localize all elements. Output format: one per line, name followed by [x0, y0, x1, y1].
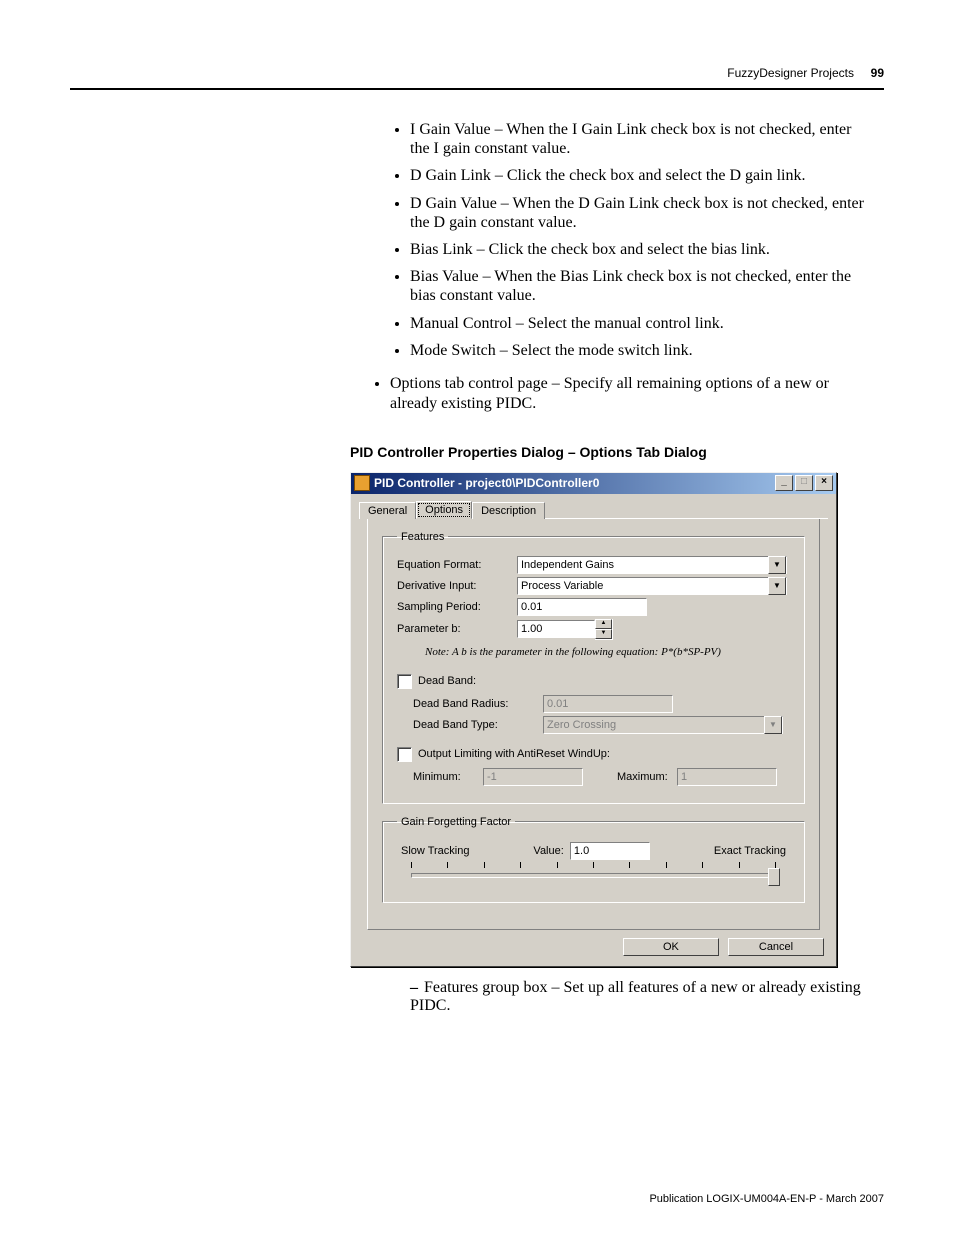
inner-bullet-list: I Gain Value – When the I Gain Link chec…: [390, 120, 874, 360]
derivative-input-select[interactable]: Process Variable ▼: [517, 577, 787, 595]
maximum-label: Maximum:: [617, 771, 677, 783]
derivative-input-value: Process Variable: [521, 580, 603, 592]
header-page-number: 99: [871, 66, 884, 80]
header-section: FuzzyDesigner Projects: [727, 66, 854, 80]
parameter-b-spinner[interactable]: ▲ ▼: [595, 619, 613, 640]
footer-text: Publication LOGIX-UM004A-EN-P - March 20…: [649, 1193, 884, 1205]
dead-band-type-value: Zero Crossing: [547, 719, 616, 731]
equation-format-value: Independent Gains: [521, 559, 614, 571]
gain-slider[interactable]: [411, 862, 776, 884]
list-item: Bias Link – Click the check box and sele…: [410, 240, 874, 259]
cancel-button[interactable]: Cancel: [728, 938, 824, 956]
tab-options[interactable]: Options: [416, 501, 472, 519]
slider-thumb[interactable]: [768, 868, 780, 886]
dead-band-radius-input: [543, 695, 673, 713]
equation-format-select[interactable]: Independent Gains ▼: [517, 556, 787, 574]
features-legend: Features: [397, 531, 448, 543]
list-item: I Gain Value – When the I Gain Link chec…: [410, 120, 874, 158]
exact-tracking-label: Exact Tracking: [714, 845, 786, 857]
gain-group: Gain Forgetting Factor Slow Tracking Val…: [382, 816, 805, 903]
maximize-button[interactable]: □: [795, 475, 813, 491]
app-icon: [354, 475, 370, 491]
spin-down-icon[interactable]: ▼: [595, 629, 612, 639]
sampling-period-label: Sampling Period:: [397, 601, 517, 613]
tab-strip: General Options Description: [359, 500, 828, 519]
minimize-button[interactable]: _: [775, 475, 793, 491]
dropdown-icon: ▼: [764, 716, 782, 734]
list-item: Options tab control page – Specify all r…: [390, 374, 864, 414]
minimum-input: [483, 768, 583, 786]
checkbox-icon[interactable]: [397, 747, 412, 762]
tab-general[interactable]: General: [359, 502, 416, 519]
list-item: Bias Value – When the Bias Link check bo…: [410, 267, 874, 305]
titlebar[interactable]: PID Controller - project0\PIDController0…: [351, 473, 836, 494]
dead-band-type-label: Dead Band Type:: [397, 719, 543, 731]
page-header: FuzzyDesigner Projects 99: [70, 70, 884, 90]
after-dialog-text: –Features group box – Set up all feature…: [410, 979, 864, 1015]
checkbox-icon[interactable]: [397, 674, 412, 689]
tab-description[interactable]: Description: [472, 502, 545, 519]
pid-dialog: PID Controller - project0\PIDController0…: [350, 472, 837, 967]
features-group: Features Equation Format: Independent Ga…: [382, 531, 805, 804]
dead-band-radius-label: Dead Band Radius:: [397, 698, 543, 710]
list-item: D Gain Link – Click the check box and se…: [410, 166, 874, 185]
ok-button[interactable]: OK: [623, 938, 719, 956]
dropdown-icon[interactable]: ▼: [768, 577, 786, 595]
dead-band-checkbox[interactable]: Dead Band:: [397, 674, 476, 689]
list-item: Mode Switch – Select the mode switch lin…: [410, 341, 874, 360]
derivative-input-label: Derivative Input:: [397, 580, 517, 592]
list-item: Manual Control – Select the manual contr…: [410, 314, 874, 333]
list-item: D Gain Value – When the D Gain Link chec…: [410, 194, 874, 232]
parameter-b-note: Note: A b is the parameter in the follow…: [425, 646, 790, 658]
dropdown-icon[interactable]: ▼: [768, 556, 786, 574]
equation-format-label: Equation Format:: [397, 559, 517, 571]
section-heading: PID Controller Properties Dialog – Optio…: [350, 444, 884, 460]
gain-value-input[interactable]: [570, 842, 650, 860]
gain-legend: Gain Forgetting Factor: [397, 816, 515, 828]
outer-bullet-list: Options tab control page – Specify all r…: [370, 374, 864, 414]
sampling-period-input[interactable]: [517, 598, 647, 616]
close-button[interactable]: ×: [815, 475, 833, 491]
output-limiting-label: Output Limiting with AntiReset WindUp:: [418, 748, 610, 760]
parameter-b-label: Parameter b:: [397, 623, 517, 635]
dialog-title: PID Controller - project0\PIDController0: [374, 476, 769, 490]
output-limiting-checkbox[interactable]: Output Limiting with AntiReset WindUp:: [397, 747, 610, 762]
dialog-button-row: OK Cancel: [351, 938, 836, 966]
slow-tracking-label: Slow Tracking: [401, 845, 469, 857]
gain-value-label: Value:: [533, 845, 563, 857]
dead-band-label: Dead Band:: [418, 675, 476, 687]
minimum-label: Minimum:: [397, 771, 483, 783]
dead-band-type-select: Zero Crossing ▼: [543, 716, 783, 734]
spin-up-icon[interactable]: ▲: [595, 619, 612, 629]
parameter-b-input[interactable]: [517, 620, 595, 638]
maximum-input: [677, 768, 777, 786]
